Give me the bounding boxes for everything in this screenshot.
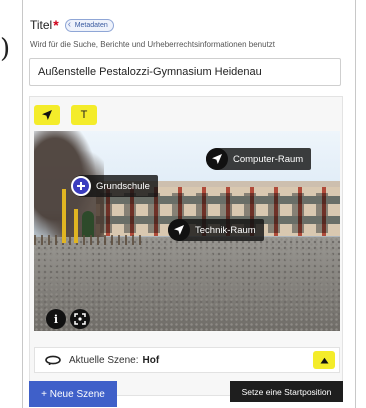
title-label: Titel (30, 18, 53, 32)
rotate-360-icon (45, 355, 61, 365)
panorama-editor: T Computer-Raum Grundschule Technik-Raum… (29, 96, 343, 396)
navigation-tool-button[interactable] (34, 105, 60, 125)
title-input[interactable] (29, 58, 341, 86)
info-button[interactable]: i (46, 309, 66, 329)
metadata-button[interactable]: Metadaten (64, 18, 114, 32)
hotspot-label: Technik-Raum (195, 224, 256, 236)
yellow-post (62, 189, 66, 243)
text-tool-button[interactable]: T (71, 105, 97, 125)
navigation-arrow-icon (168, 219, 190, 241)
required-mark: * (53, 17, 59, 33)
title-field-header: Titel * Metadaten (30, 18, 114, 32)
current-scene-bar: Aktuelle Szene: Hof (34, 347, 340, 373)
triangle-up-icon (320, 357, 328, 363)
set-start-position-button[interactable]: Setze eine Startposition (230, 381, 343, 402)
title-hint: Wird für die Suche, Berichte und Urheber… (30, 40, 276, 49)
fullscreen-button[interactable] (70, 309, 90, 329)
navigation-arrow-icon (206, 148, 228, 170)
hotspot-computer-raum[interactable]: Computer-Raum (206, 148, 312, 170)
hotspot-technik-raum[interactable]: Technik-Raum (168, 219, 264, 241)
fence (34, 235, 144, 245)
panorama-view[interactable]: Computer-Raum Grundschule Technik-Raum (34, 131, 340, 331)
closing-parenthesis: ) (0, 34, 11, 64)
current-scene-label: Aktuelle Szene: (69, 354, 139, 366)
hotspot-grundschule[interactable]: Grundschule (71, 175, 158, 197)
plus-circle-icon (71, 176, 91, 196)
text-tool-label: T (80, 109, 88, 121)
current-scene-value: Hof (142, 354, 160, 366)
info-icon: i (53, 312, 59, 326)
hotspot-label: Computer-Raum (233, 153, 304, 165)
collapse-scenes-button[interactable] (313, 351, 335, 369)
fullscreen-icon (74, 313, 86, 325)
new-scene-button[interactable]: + Neue Szene (29, 381, 117, 407)
editor-panel: Titel * Metadaten Wird für die Suche, Be… (22, 0, 356, 408)
hotspot-label: Grundschule (96, 180, 150, 192)
yellow-post (74, 209, 78, 243)
navigation-arrow-icon (42, 110, 52, 120)
